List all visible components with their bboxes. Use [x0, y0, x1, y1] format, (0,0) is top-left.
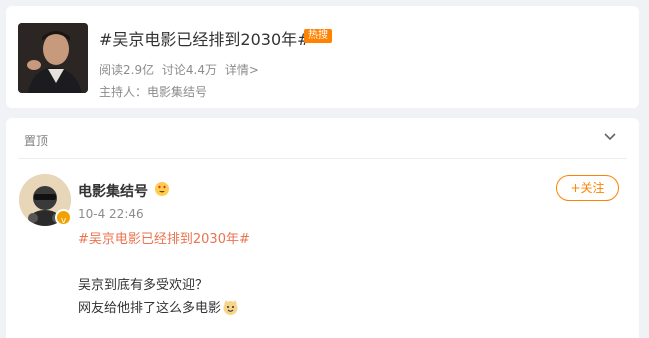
discussion-count: 讨论4.4万 — [161, 63, 218, 77]
chevron-down-icon[interactable] — [602, 128, 618, 144]
hot-badge: 热搜 — [304, 29, 332, 43]
svg-text:v: v — [61, 216, 67, 226]
details-link[interactable]: 详情> — [225, 63, 259, 77]
topic-thumbnail[interactable] — [18, 23, 88, 93]
cheeky-face-emoji-icon — [222, 299, 239, 316]
verified-badge-icon: v — [55, 209, 72, 226]
topic-card: #吴京电影已经排到2030年# 热搜 阅读2.9亿 讨论4.4万 详情> 主持人… — [6, 6, 639, 108]
post-time[interactable]: 10-4 22:46 — [78, 207, 144, 221]
topic-title[interactable]: #吴京电影已经排到2030年# — [99, 26, 311, 50]
post-text-line: 网友给他排了这么多电影 — [78, 297, 239, 316]
topic-host[interactable]: 主持人：电影集结号 — [99, 83, 207, 100]
divider — [18, 158, 627, 159]
user-name[interactable]: 电影集结号 — [78, 181, 148, 201]
post-text-line: 吴京到底有多受欢迎？ — [78, 278, 209, 293]
topic-stats: 阅读2.9亿 讨论4.4万 详情> — [99, 61, 263, 78]
topic-hashtag-link[interactable]: #吴京电影已经排到2030年# — [78, 228, 250, 247]
read-count: 阅读2.9亿 — [99, 63, 155, 77]
user-avatar[interactable]: v — [19, 174, 72, 226]
actor-photo-icon — [18, 23, 88, 93]
post-card: 置顶 v 电影集结号 10-4 22:46 +关注 #吴京电影已经排到2030年… — [6, 118, 639, 338]
heart-eyes-emoji-icon — [154, 181, 170, 197]
post-text: 网友给他排了这么多电影 — [78, 301, 222, 316]
pinned-label: 置顶 — [24, 134, 49, 148]
follow-button[interactable]: +关注 — [556, 175, 619, 201]
